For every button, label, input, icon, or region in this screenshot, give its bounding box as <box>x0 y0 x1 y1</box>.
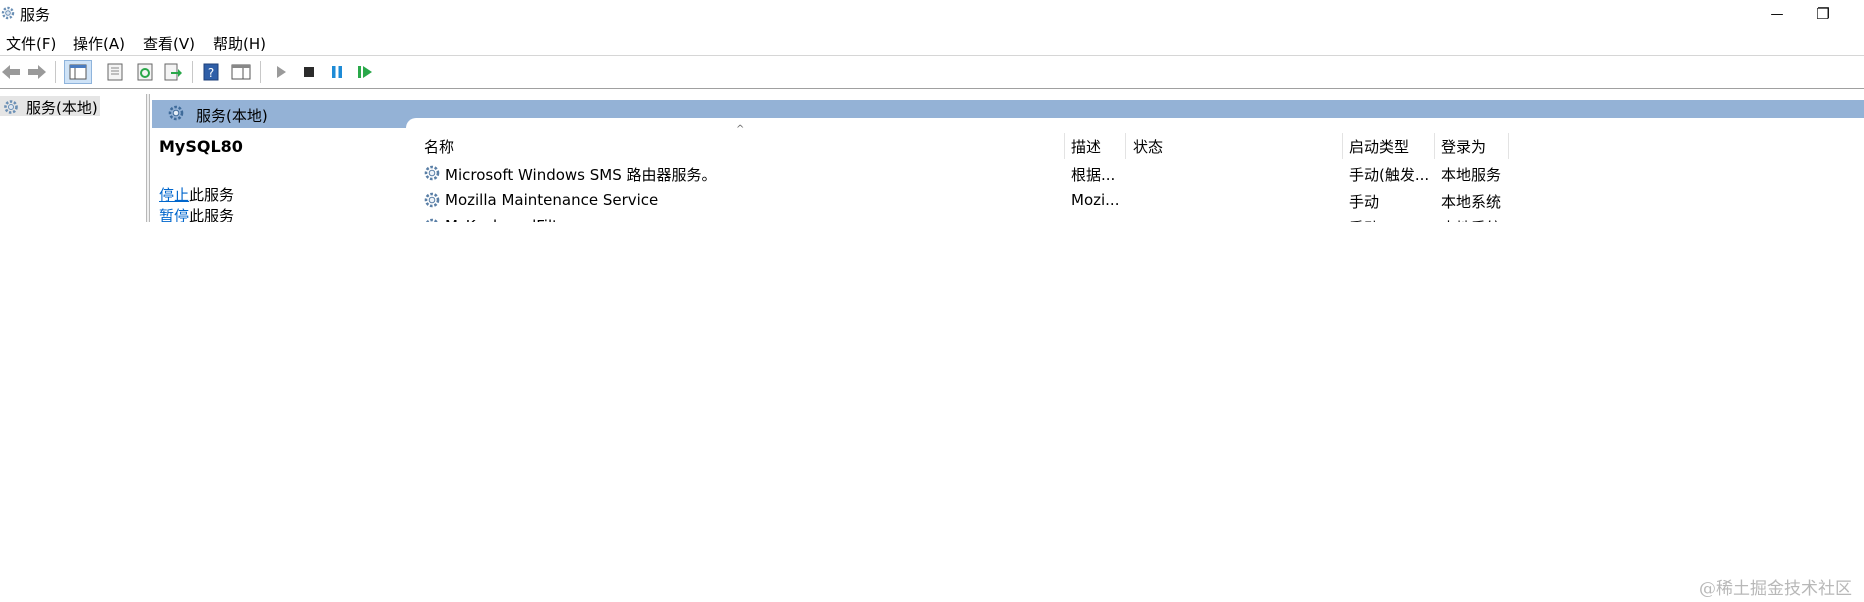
column-separator[interactable] <box>1508 133 1509 159</box>
watermark: @稀土掘金技术社区 <box>1699 579 1852 599</box>
stop-service-suffix: 此服务 <box>189 186 235 204</box>
service-startup-cell: 手动(触发... <box>1349 166 1430 184</box>
column-header-name[interactable]: 名称 <box>424 136 454 157</box>
service-logon-cell: 本地系统 <box>1441 193 1502 211</box>
service-name-cell: Microsoft Windows SMS 路由器服务。 <box>445 166 717 184</box>
menu-action[interactable]: 操作(A) <box>73 33 125 54</box>
restore-button[interactable]: ❐ <box>1800 0 1846 28</box>
stop-service-link[interactable]: 停止 <box>159 186 189 204</box>
help-icon[interactable]: ? <box>200 62 222 82</box>
show-action-pane-icon[interactable] <box>230 62 252 82</box>
start-service-icon[interactable] <box>270 62 292 82</box>
service-name-cell: Mozilla Maintenance Service <box>445 191 659 209</box>
service-description-cell: 根据... <box>1071 166 1116 184</box>
tree-item-services-local[interactable]: 服务(本地) <box>0 96 100 117</box>
window-title: 服务 <box>20 6 51 24</box>
service-logon-cell: 本地服务 <box>1441 166 1502 184</box>
selected-service-name: MySQL80 <box>159 137 243 156</box>
service-startup-cell: 手动 <box>1349 193 1380 211</box>
column-header-description[interactable]: 描述 <box>1071 136 1101 157</box>
svg-text:?: ? <box>208 66 214 80</box>
pane-splitter[interactable] <box>146 94 150 222</box>
service-gear-icon <box>422 163 442 187</box>
stop-service-icon[interactable] <box>298 62 320 82</box>
menu-view[interactable]: 查看(V) <box>143 33 195 54</box>
services-gear-icon <box>2 98 20 120</box>
pause-service-icon[interactable] <box>326 62 348 82</box>
service-gear-icon <box>422 190 442 214</box>
forward-arrow-icon[interactable] <box>26 62 48 82</box>
services-gear-icon <box>0 5 16 21</box>
table-row[interactable]: Mozilla Maintenance Service Mozi... 手动 本… <box>420 187 1520 213</box>
column-separator[interactable] <box>1064 133 1065 159</box>
export-list-icon[interactable] <box>162 62 184 82</box>
menu-help[interactable]: 帮助(H) <box>213 33 266 54</box>
console-tree-icon[interactable] <box>64 60 92 84</box>
restart-service-icon[interactable] <box>354 62 376 82</box>
toolbar-separator <box>192 61 193 83</box>
minimize-button[interactable]: — <box>1754 0 1800 28</box>
service-description-cell: Mozi... <box>1071 191 1120 209</box>
tree-item-label: 服务(本地) <box>26 99 98 117</box>
toolbar-separator <box>260 61 261 83</box>
menu-bar: 文件(F) 操作(A) 查看(V) 帮助(H) <box>0 28 1864 54</box>
column-header-logon-as[interactable]: 登录为 <box>1441 136 1486 157</box>
column-separator[interactable] <box>1434 133 1435 159</box>
services-header-title: 服务(本地) <box>196 107 268 125</box>
blank-area <box>0 222 1864 602</box>
column-separator[interactable] <box>1125 133 1126 159</box>
column-separator[interactable] <box>1342 133 1343 159</box>
stop-service-row: 停止此服务 <box>159 184 234 205</box>
toolbar: ? <box>0 57 1864 87</box>
column-header-status[interactable]: 状态 <box>1133 136 1163 157</box>
refresh-icon[interactable] <box>134 62 156 82</box>
title-bar: 服务 — ❐ <box>0 0 1864 28</box>
services-gear-icon <box>166 103 186 127</box>
table-row[interactable]: Microsoft Windows SMS 路由器服务。 根据... 手动(触发… <box>420 160 1520 186</box>
back-arrow-icon[interactable] <box>0 62 22 82</box>
column-header-startup-type[interactable]: 启动类型 <box>1349 136 1409 157</box>
toolbar-divider <box>0 88 1864 89</box>
toolbar-separator <box>55 61 56 83</box>
properties-icon[interactable] <box>104 62 126 82</box>
menu-file[interactable]: 文件(F) <box>6 33 56 54</box>
sort-indicator-icon: ^ <box>736 124 745 135</box>
console-tree-pane: 服务(本地) <box>0 94 144 222</box>
menu-divider <box>0 55 1864 56</box>
